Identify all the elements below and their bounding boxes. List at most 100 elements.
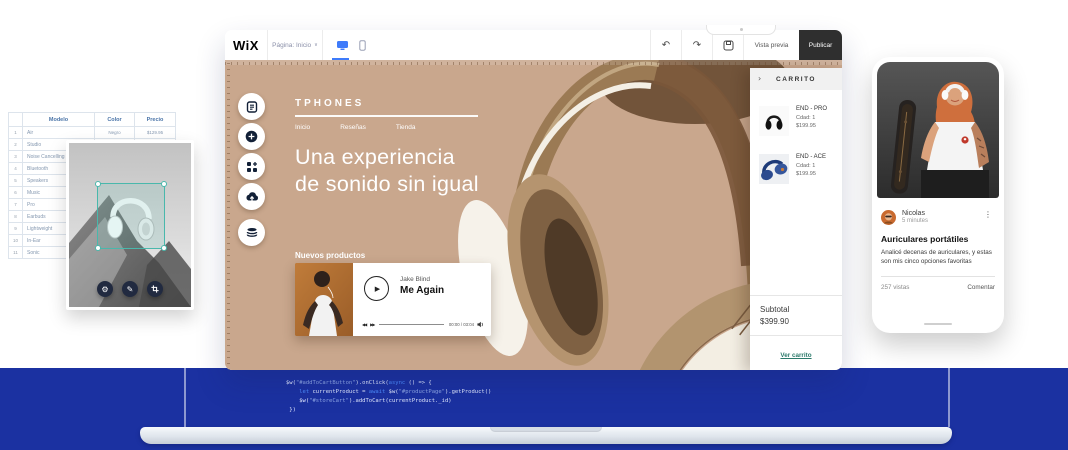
code-block: $w("#addToCartButton").onClick(async () … bbox=[286, 380, 492, 413]
player-panel: ▶ Jake Blind Me Again ◀◀ ▶▶ 00:00 / 03:0… bbox=[353, 263, 491, 336]
table-row[interactable]: 1 Air Negro $129.95 bbox=[8, 126, 176, 139]
scene: $w("#addToCartButton").onClick(async () … bbox=[0, 0, 1068, 450]
cart-item[interactable]: END - PRO Cdad: 1 $199.95 bbox=[759, 106, 833, 136]
selection-box[interactable] bbox=[95, 181, 167, 251]
player-transport: ◀◀ ▶▶ 00:00 / 03:04 bbox=[362, 321, 484, 328]
section-label: Nuevos productos bbox=[295, 251, 366, 260]
wix-logo: WiX bbox=[233, 37, 259, 53]
cart-item-qty: Cdad: 1 bbox=[796, 162, 816, 169]
page-selector-dropdown[interactable]: Página: Inicio ∨ bbox=[268, 30, 322, 60]
cart-panel: › CARRITO END - PRO Cdad: 1 $199.95 END … bbox=[750, 68, 842, 370]
editor-canvas: TPHONES Inicio Reseñas Tienda Una experi… bbox=[225, 60, 842, 370]
cart-footer: Ver carrito bbox=[750, 335, 842, 370]
home-indicator bbox=[924, 323, 952, 325]
cart-item[interactable]: END - ACE Cdad: 1 $199.95 bbox=[759, 154, 833, 184]
review-title: Auriculares portátiles bbox=[881, 234, 969, 244]
kebab-menu-icon[interactable]: ⋮ bbox=[981, 210, 995, 220]
divider bbox=[881, 276, 995, 277]
device-toggle-group bbox=[323, 30, 379, 60]
cart-item-qty: Cdad: 1 bbox=[796, 114, 816, 121]
cart-item-price: $199.95 bbox=[796, 123, 816, 129]
hero-headline: Una experiencia de sonido sin igual bbox=[295, 145, 479, 196]
mobile-view-icon[interactable] bbox=[359, 39, 366, 51]
next-track-icon[interactable]: ▶▶ bbox=[370, 322, 375, 327]
music-player-card: ▶ Jake Blind Me Again ◀◀ ▶▶ 00:00 / 03:0… bbox=[295, 263, 491, 336]
nav-item-inicio[interactable]: Inicio bbox=[295, 124, 310, 131]
app-market-button[interactable] bbox=[238, 153, 265, 180]
review-author: Nicolas bbox=[902, 210, 925, 217]
volume-icon[interactable] bbox=[477, 321, 484, 328]
cart-title: CARRITO bbox=[776, 75, 816, 83]
desktop-view-icon[interactable] bbox=[336, 40, 349, 51]
player-photo bbox=[295, 263, 353, 336]
previous-track-icon[interactable]: ◀◀ bbox=[362, 322, 367, 327]
progress-bar[interactable] bbox=[379, 324, 444, 325]
undo-button[interactable]: ↶ bbox=[651, 30, 681, 60]
media-upload-button[interactable] bbox=[238, 183, 265, 210]
cart-items: END - PRO Cdad: 1 $199.95 END - ACE Cdad… bbox=[750, 90, 842, 202]
save-icon bbox=[723, 40, 733, 50]
cloud-upload-icon bbox=[245, 191, 258, 201]
play-button[interactable]: ▶ bbox=[364, 276, 389, 301]
editor-tool-rail bbox=[238, 93, 265, 246]
pages-menu-icon bbox=[246, 100, 257, 113]
image-editor-card: ⚙ ✎ bbox=[66, 140, 194, 310]
redo-button[interactable]: ↷ bbox=[682, 30, 712, 60]
collapse-cart-icon[interactable]: › bbox=[758, 75, 761, 83]
avatar bbox=[881, 210, 896, 225]
cart-item-name: END - PRO bbox=[796, 106, 828, 112]
site-nav: Inicio Reseñas Tienda bbox=[295, 124, 415, 131]
crop-icon bbox=[151, 285, 159, 293]
comment-button[interactable]: Comentar bbox=[967, 284, 995, 291]
wix-editor-window: WiX Página: Inicio ∨ ↶ ↷ Vista previa Pu… bbox=[225, 30, 842, 370]
database-icon bbox=[246, 227, 257, 237]
nav-item-tienda[interactable]: Tienda bbox=[396, 124, 416, 131]
horizontal-ruler bbox=[225, 60, 842, 65]
camera-dot-icon bbox=[739, 28, 743, 31]
sheet-header-row: Modelo Color Precio bbox=[8, 112, 176, 127]
laptop-camera-notch bbox=[706, 25, 776, 35]
laptop-screen-edge-left bbox=[184, 368, 186, 427]
cart-subtotal: Subtotal $399.90 bbox=[750, 295, 842, 335]
col-header-modelo[interactable]: Modelo bbox=[22, 112, 95, 127]
add-icon bbox=[245, 130, 258, 143]
site-logo[interactable]: TPHONES bbox=[295, 98, 364, 109]
player-artist: Jake Blind bbox=[400, 276, 430, 283]
pages-menu-button[interactable] bbox=[238, 93, 265, 120]
review-time: 5 minutes bbox=[902, 218, 929, 224]
subtotal-value: $399.90 bbox=[760, 317, 789, 326]
col-header-color[interactable]: Color bbox=[94, 112, 135, 127]
cart-item-name: END - ACE bbox=[796, 154, 827, 160]
crop-button[interactable] bbox=[147, 281, 163, 297]
player-track-title: Me Again bbox=[400, 285, 445, 296]
review-photo bbox=[877, 62, 999, 198]
review-body: Analicé decenas de auriculares, y estas … bbox=[881, 249, 992, 265]
laptop-screen-edge-right bbox=[948, 368, 950, 427]
app-market-icon bbox=[246, 161, 257, 172]
publish-button[interactable]: Publicar bbox=[799, 30, 842, 60]
page-selector-label: Página: Inicio bbox=[272, 41, 312, 49]
image-tools: ⚙ ✎ bbox=[69, 281, 191, 297]
site-logo-underline bbox=[295, 115, 478, 117]
edit-button[interactable]: ✎ bbox=[122, 281, 138, 297]
cart-item-thumbnail-black-headphones bbox=[759, 106, 789, 136]
subtotal-label: Subtotal bbox=[760, 305, 790, 314]
laptop-base bbox=[140, 427, 952, 444]
selection-handle[interactable] bbox=[161, 181, 167, 187]
nav-item-resenas[interactable]: Reseñas bbox=[340, 124, 366, 131]
view-cart-link[interactable]: Ver carrito bbox=[780, 352, 811, 359]
view-count: 257 vistas bbox=[881, 284, 910, 291]
add-element-button[interactable] bbox=[238, 123, 265, 150]
review-card: Nicolas 5 minutes ⋮ Auriculares portátil… bbox=[877, 203, 999, 291]
phone-mockup: Nicolas 5 minutes ⋮ Auriculares portátil… bbox=[872, 57, 1004, 333]
col-header-precio[interactable]: Precio bbox=[134, 112, 176, 127]
cart-item-thumbnail-blue-headphones bbox=[759, 154, 789, 184]
player-time: 00:00 / 03:04 bbox=[448, 322, 474, 327]
selection-handle[interactable] bbox=[95, 181, 101, 187]
vertical-ruler bbox=[225, 60, 230, 370]
selection-handle[interactable] bbox=[161, 245, 167, 251]
cart-header: › CARRITO bbox=[750, 68, 842, 90]
settings-button[interactable]: ⚙ bbox=[97, 281, 113, 297]
selection-handle[interactable] bbox=[95, 245, 101, 251]
content-manager-button[interactable] bbox=[238, 219, 265, 246]
